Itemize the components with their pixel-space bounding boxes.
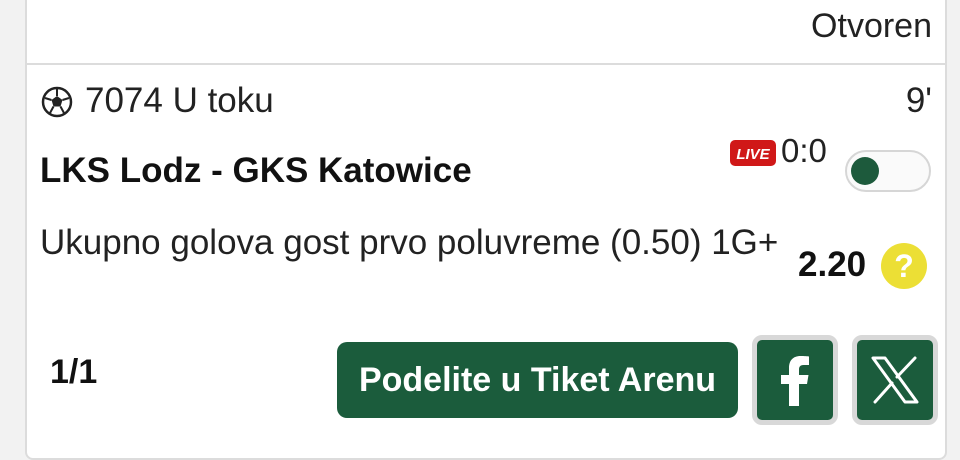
bet-odds: 2.20	[798, 245, 867, 284]
page-counter: 1/1	[50, 353, 98, 391]
share-tiket-arena-button[interactable]: Podelite u Tiket Arenu	[337, 342, 738, 418]
x-share-button[interactable]	[852, 335, 938, 425]
x-icon	[871, 356, 919, 404]
match-code-status: 7074 U toku	[85, 81, 274, 120]
live-toggle[interactable]	[845, 150, 931, 192]
ticket-status: Otvoren	[811, 7, 932, 45]
question-icon[interactable]: ?	[881, 243, 927, 289]
match-minute: 9'	[905, 81, 932, 120]
toggle-knob	[851, 157, 879, 185]
match-score: 0:0	[781, 132, 827, 169]
match-teams: LKS Lodz - GKS Katowice	[40, 151, 472, 190]
card-divider	[25, 63, 947, 65]
live-badge: LIVE	[730, 140, 776, 166]
facebook-share-button[interactable]	[752, 335, 838, 425]
soccer-ball-icon	[41, 86, 73, 118]
live-label: LIVE	[736, 146, 770, 163]
bet-market: Ukupno golova gost prvo poluvreme (0.50)…	[40, 223, 779, 262]
facebook-icon	[781, 356, 809, 406]
